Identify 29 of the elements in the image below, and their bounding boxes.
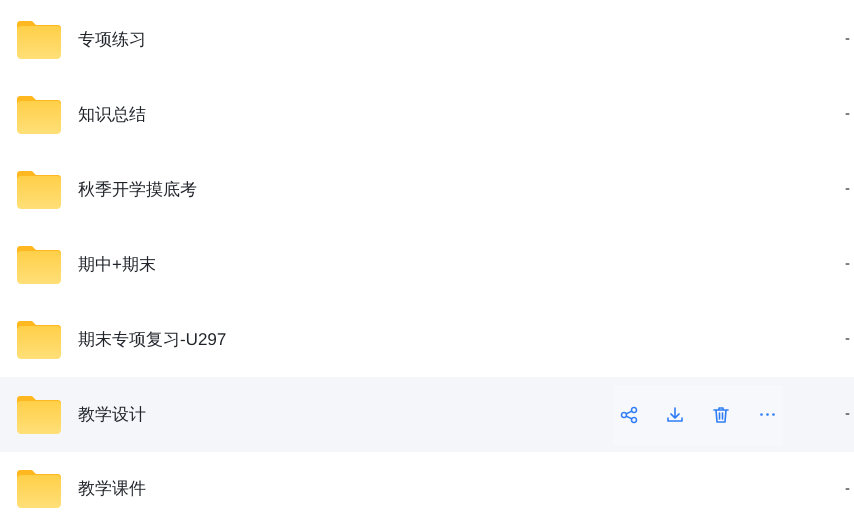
folder-icon [17, 320, 61, 358]
folder-name[interactable]: 期末专项复习-U297 [78, 326, 226, 352]
folder-icon [17, 96, 61, 134]
folder-size: - [845, 179, 850, 200]
trash-icon [711, 404, 731, 424]
trash-button[interactable] [711, 404, 731, 424]
folder-name[interactable]: 教学设计 [78, 402, 146, 428]
more-icon [760, 413, 774, 416]
folder-icon [17, 170, 61, 208]
folder-icon [17, 470, 61, 508]
share-icon [619, 404, 639, 424]
folder-size: - [845, 478, 850, 499]
folder-size: - [845, 329, 850, 350]
folder-size: - [845, 29, 850, 50]
folder-name[interactable]: 秋季开学摸底考 [78, 176, 197, 202]
folder-icon [17, 246, 61, 284]
folder-size: - [845, 254, 850, 274]
folder-name[interactable]: 教学课件 [78, 476, 146, 502]
download-icon [665, 404, 685, 424]
folder-icon [17, 20, 61, 58]
folder-size: - [845, 104, 850, 124]
folder-size: - [845, 404, 850, 424]
folder-icon [17, 396, 61, 434]
folder-row[interactable]: 教学设计 - [0, 377, 854, 452]
folder-name[interactable]: 专项练习 [78, 26, 146, 52]
download-button[interactable] [665, 404, 685, 424]
folder-name[interactable]: 知识总结 [78, 102, 146, 128]
share-button[interactable] [619, 404, 639, 424]
folder-name[interactable]: 期中+期末 [78, 252, 156, 278]
